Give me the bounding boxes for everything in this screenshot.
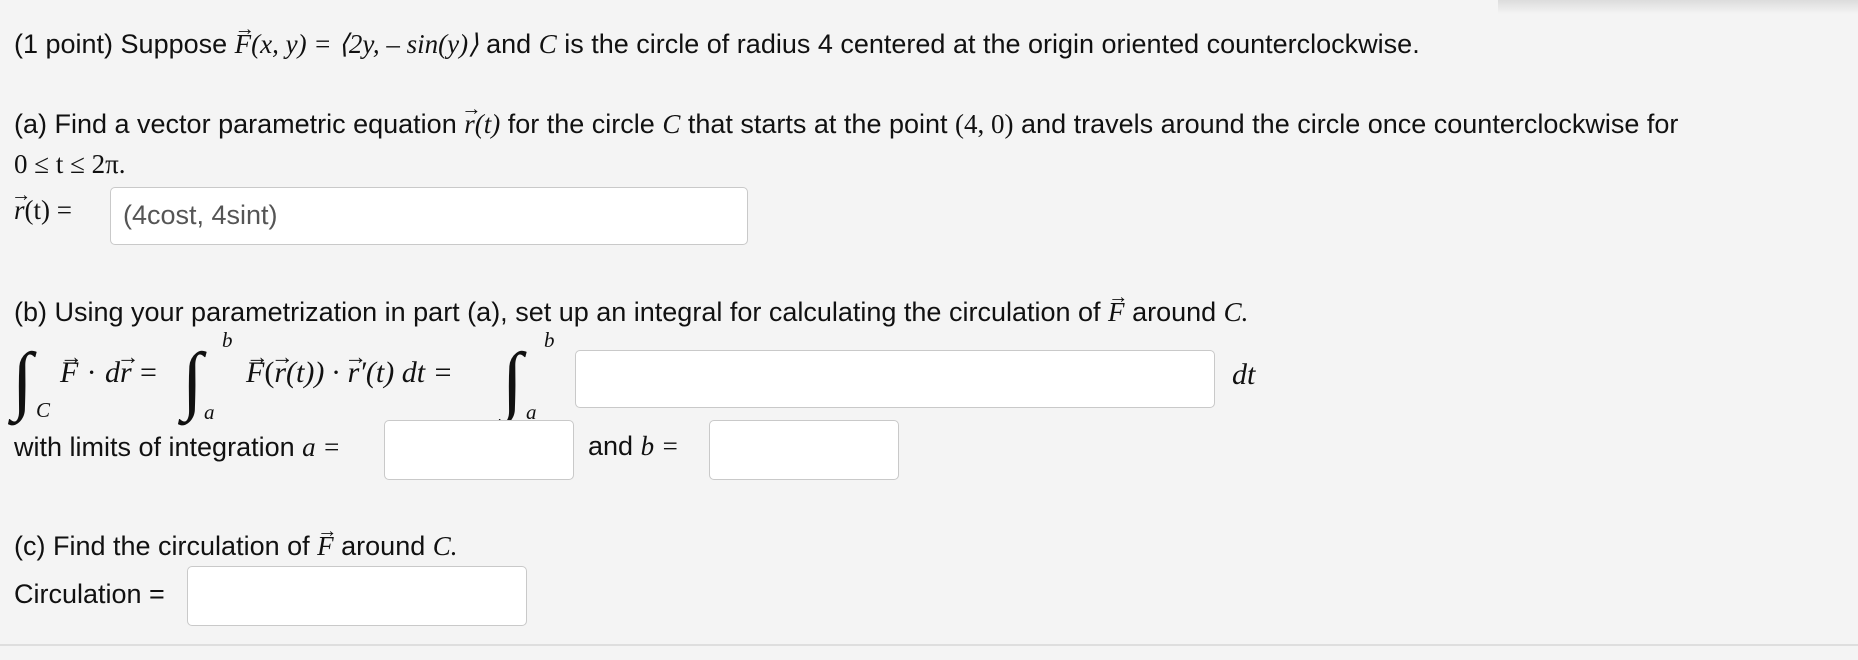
circulation-label: Circulation = <box>14 579 165 609</box>
curve-c: C. <box>432 531 458 561</box>
part-a-mid2: that starts at the point <box>687 109 948 139</box>
part-c-prompt: (c) Find the circulation of F around C. <box>14 530 458 562</box>
line-integral-sign: ∫ <box>12 338 33 422</box>
curve-c: C <box>538 29 557 59</box>
equals: = <box>140 356 157 389</box>
vector-r: r <box>120 356 132 390</box>
upper-limit-b: b <box>222 328 233 352</box>
part-b-prompt: (b) Using your parametrization in part (… <box>14 296 1248 328</box>
upper-limit-b: b <box>544 328 555 352</box>
part-b-around: around <box>1132 297 1217 327</box>
part-a-prefix: (a) Find a vector parametric equation <box>14 109 457 139</box>
part-c-around: around <box>341 531 426 561</box>
intro-and: and <box>486 29 532 59</box>
r-of-t-eq: (t) = <box>24 195 72 225</box>
top-shade <box>1498 0 1858 14</box>
vector-f: F <box>60 356 78 390</box>
lower-limit-a: a <box>204 400 215 424</box>
curve-c: C <box>662 109 681 139</box>
circulation-input[interactable] <box>187 566 527 626</box>
curve-c: C. <box>1223 297 1249 327</box>
part-c-prefix: (c) Find the circulation of <box>14 531 310 561</box>
parametric-equation-input[interactable]: (4cost, 4sint) <box>110 187 748 245</box>
part-a-range: 0 ≤ t ≤ 2π. <box>14 149 126 179</box>
lower-limit-input[interactable] <box>384 420 574 480</box>
part-a-suffix: and travels around the circle once count… <box>1021 109 1679 139</box>
vector-f: F <box>246 356 264 390</box>
vector-r: r <box>14 194 25 226</box>
definite-integral-sign-2: ∫ <box>502 338 523 422</box>
vector-r: r <box>464 108 475 140</box>
vector-f: F <box>317 530 334 562</box>
dot-operator: · <box>86 356 97 389</box>
b-label-group: and b = <box>588 431 679 462</box>
part-a-prompt: (a) Find a vector parametric equation r (… <box>14 108 1678 140</box>
problem-intro: (1 point) Suppose F(x, y) = ⟨2y, – sin(y… <box>14 28 1420 60</box>
vector-r: r <box>274 356 286 390</box>
vector-r: r <box>348 356 360 390</box>
integral-mid-text: (t)) · <box>286 356 340 389</box>
limits-text: with limits of integration <box>14 432 295 462</box>
dt-label: dt <box>1232 358 1256 391</box>
bottom-divider <box>0 644 1858 646</box>
part-b-prefix: (b) Using your parametrization in part (… <box>14 297 1101 327</box>
definite-integral-sign-1: ∫ <box>182 338 203 422</box>
vector-f: F <box>235 28 252 60</box>
limits-label: with limits of integration a = <box>14 431 341 463</box>
integrand-input[interactable] <box>575 350 1215 408</box>
and-text: and <box>588 431 634 461</box>
parametric-equation-value: (4cost, 4sint) <box>123 200 278 230</box>
integral-lhs: F · dr = <box>60 356 157 390</box>
intro-suffix: is the circle of radius 4 centered at th… <box>564 29 1420 59</box>
a-label: a = <box>302 432 341 462</box>
integral-sub-c: C <box>36 398 51 422</box>
start-point: (4, 0) <box>955 109 1014 139</box>
b-label: b = <box>640 431 680 461</box>
part-a-answer-label: r(t) = <box>14 194 72 226</box>
vector-f: F <box>1108 296 1125 328</box>
part-a-mid: for the circle <box>507 109 655 139</box>
upper-limit-input[interactable] <box>709 420 899 480</box>
intro-prefix: (1 point) Suppose <box>14 29 228 59</box>
field-expression: (x, y) = ⟨2y, – sin(y)⟩ <box>251 29 479 59</box>
integral-mid-text-2: ′(t) dt = <box>359 356 453 389</box>
integral-middle: F(r(t)) · r′(t) dt = <box>246 356 453 390</box>
